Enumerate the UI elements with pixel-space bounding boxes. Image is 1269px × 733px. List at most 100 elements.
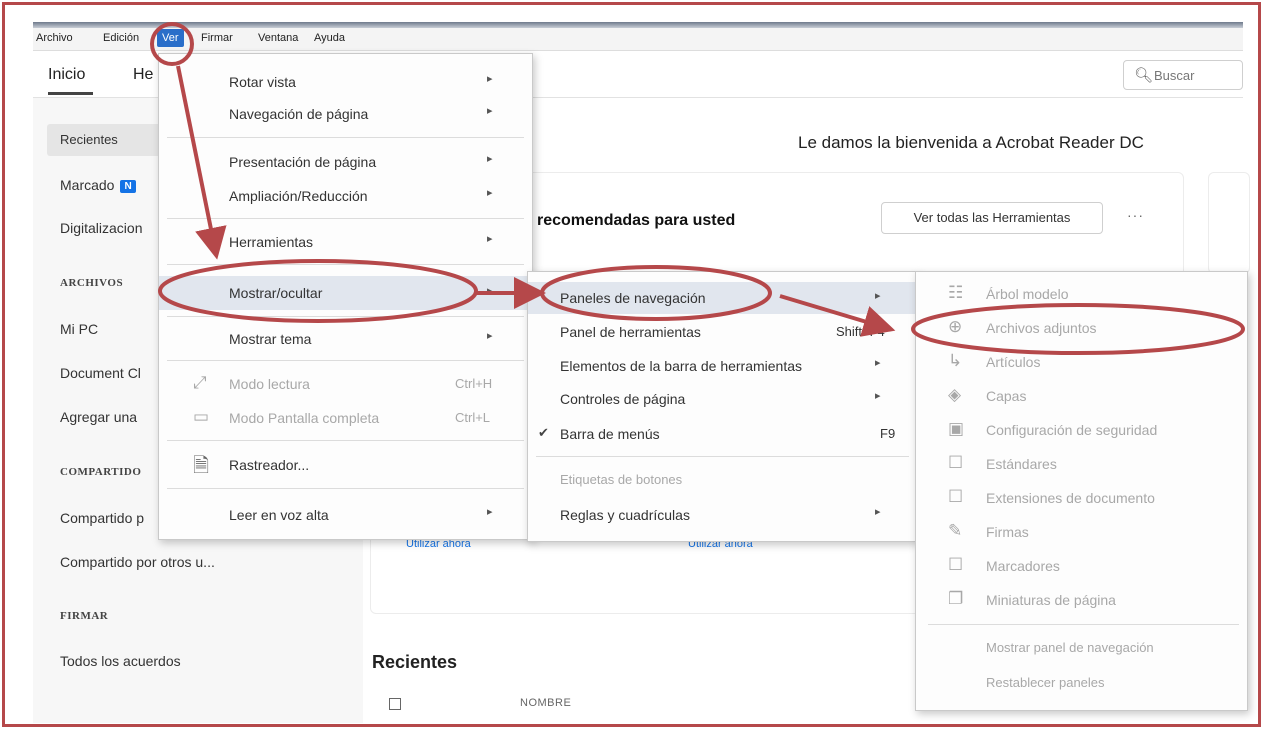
menu-item-controles-pagina[interactable]: Controles de página ▸ [528,385,917,413]
view-menu: Rotar vista ▸ Navegación de página ▸ Pre… [158,53,533,540]
menu-separator [928,624,1239,625]
sidebar-item-marcado[interactable]: Marcado N [60,177,136,193]
submenu-arrow-icon: ▸ [875,506,881,518]
sidebar-item-mi-pc[interactable]: Mi PC [60,321,98,337]
menu-edicion[interactable]: Edición [103,32,139,44]
menu-item-etiquetas-botones[interactable]: Etiquetas de botones [528,466,917,494]
menu-item-articulos[interactable]: ↳ Artículos [916,348,1247,376]
sidebar-item-marcado-label: Marcado [60,177,115,193]
menu-item-rastreador[interactable]: 🗎︎ Rastreador... [159,451,532,479]
menu-item-label: Artículos [986,354,1041,370]
new-badge: N [120,180,136,193]
menu-item-estandares[interactable]: ☐ Estándares [916,450,1247,478]
menu-archivo[interactable]: Archivo [36,32,73,44]
column-header-name[interactable]: NOMBRE [520,697,571,709]
menu-item-label: Herramientas [229,234,314,250]
reading-mode-icon: ⤢ [193,373,207,392]
sidebar-item-compartido-otros[interactable]: Compartido por otros u... [60,554,215,570]
menu-item-firmas[interactable]: ✎ Firmas [916,518,1247,546]
more-options-icon[interactable]: ··· [1127,207,1144,223]
menu-item-label: Controles de página [560,391,686,407]
sidebar-item-document-cloud[interactable]: Document Cl [60,365,141,381]
menu-item-presentacion-pagina[interactable]: Presentación de página ▸ [159,148,532,176]
menu-ayuda[interactable]: Ayuda [314,32,345,44]
sidebar-item-acuerdos[interactable]: Todos los acuerdos [60,653,181,669]
menu-item-modo-lectura[interactable]: ⤢ Modo lectura Ctrl+H [159,370,532,398]
menu-item-shortcut: F9 [880,426,896,441]
menu-item-mostrar-tema[interactable]: Mostrar tema ▸ [159,325,532,353]
view-all-tools-button[interactable]: Ver todas las Herramientas [881,202,1103,234]
sidebar-item-agregar-cuenta[interactable]: Agregar una [60,409,137,425]
menu-item-mostrar-panel-navegacion[interactable]: Mostrar panel de navegación [916,634,1247,662]
checkmark-icon: ✔ [538,425,549,440]
menu-item-elementos-barra[interactable]: Elementos de la barra de herramientas ▸ [528,352,917,380]
menu-ver[interactable]: Ver [157,29,184,47]
menu-item-leer-voz-alta[interactable]: Leer en voz alta ▸ [159,501,532,529]
menu-item-restablecer-paneles[interactable]: Restablecer paneles [916,669,1247,697]
menu-item-label: Árbol modelo [986,286,1069,302]
menu-item-label: Extensiones de documento [986,490,1155,506]
menu-separator [536,456,909,457]
bookmark-icon: ☐ [948,555,964,574]
menu-item-extensiones-documento[interactable]: ☐ Extensiones de documento [916,484,1247,512]
menu-separator [167,440,524,441]
menu-item-miniaturas-pagina[interactable]: ❐ Miniaturas de página [916,586,1247,614]
menu-ventana[interactable]: Ventana [258,32,298,44]
menu-item-navegacion-pagina[interactable]: Navegación de página ▸ [159,100,532,128]
menu-item-archivos-adjuntos[interactable]: ⊕ Archivos adjuntos [916,314,1247,342]
sidebar-section-archivos: ARCHIVOS [60,277,124,289]
submenu-arrow-icon: ▸ [487,105,493,117]
menu-item-label: Rastreador... [229,457,310,473]
menu-item-label: Navegación de página [229,106,369,122]
recommended-title: recomendadas para usted [537,212,736,229]
page-thumbnails-icon: ❐ [948,589,964,608]
menu-item-label: Panel de herramientas [560,324,701,340]
submenu-arrow-icon: ▸ [487,506,493,518]
menu-item-pantalla-completa[interactable]: ▭ Modo Pantalla completa Ctrl+L [159,404,532,432]
menu-separator [167,316,524,317]
menu-item-label: Paneles de navegación [560,290,706,306]
tab-inicio[interactable]: Inicio [48,66,85,84]
menu-item-label: Miniaturas de página [986,592,1116,608]
menu-item-paneles-navegacion[interactable]: Paneles de navegación ▸ [528,282,917,314]
menu-item-arbol-modelo[interactable]: ☷ Árbol modelo [916,280,1247,308]
menu-item-capas[interactable]: ◈ Capas [916,382,1247,410]
menu-firmar[interactable]: Firmar [201,32,233,44]
submenu-arrow-icon: ▸ [875,357,881,369]
select-all-checkbox[interactable] [389,698,401,710]
menu-item-mostrar-ocultar[interactable]: Mostrar/ocultar ▸ [159,276,532,310]
articles-icon: ↳ [948,351,963,370]
search-box[interactable]: 🔍︎ Buscar [1123,60,1243,90]
menu-item-label: Mostrar/ocultar [229,285,323,301]
menu-item-configuracion-seguridad[interactable]: ▣ Configuración de seguridad [916,416,1247,444]
menu-item-label: Presentación de página [229,154,377,170]
menu-item-label: Rotar vista [229,74,296,90]
menu-item-shortcut: Ctrl+H [455,376,493,391]
menu-item-shortcut: Ctrl+L [455,410,491,425]
side-card [1208,172,1250,274]
menu-item-label: Etiquetas de botones [560,472,683,487]
submenu-arrow-icon: ▸ [875,290,881,302]
sidebar-item-digitalizaciones[interactable]: Digitalizacion [60,220,142,236]
menu-bar: Archivo Edición Ver Firmar Ventana Ayuda [33,28,1243,51]
menu-item-rotar-vista[interactable]: Rotar vista ▸ [159,68,532,96]
menu-item-panel-herramientas[interactable]: Panel de herramientas Shift+F4 [528,318,917,346]
menu-item-barra-menus[interactable]: ✔ Barra de menús F9 [528,420,917,448]
menu-item-label: Capas [986,388,1027,404]
submenu-arrow-icon: ▸ [487,153,493,165]
menu-item-label: Modo lectura [229,376,310,392]
welcome-heading: Le damos la bienvenida a Acrobat Reader … [798,133,1144,152]
lock-icon: ▣ [948,419,965,438]
sidebar-item-compartido-usted[interactable]: Compartido p [60,510,144,526]
sidebar-section-firmar: FIRMAR [60,610,109,622]
submenu-arrow-icon: ▸ [487,330,493,342]
sidebar-item-recientes[interactable]: Recientes [60,132,118,147]
tracker-icon: 🗎︎ [193,455,210,477]
document-extensions-icon: ☐ [948,487,964,506]
tab-herramientas[interactable]: He [133,66,153,84]
menu-item-label: Modo Pantalla completa [229,410,380,426]
menu-item-ampliacion-reduccion[interactable]: Ampliación/Reducción ▸ [159,182,532,210]
menu-item-reglas-cuadriculas[interactable]: Reglas y cuadrículas ▸ [528,501,917,529]
menu-item-marcadores[interactable]: ☐ Marcadores [916,552,1247,580]
menu-item-herramientas[interactable]: Herramientas ▸ [159,228,532,256]
